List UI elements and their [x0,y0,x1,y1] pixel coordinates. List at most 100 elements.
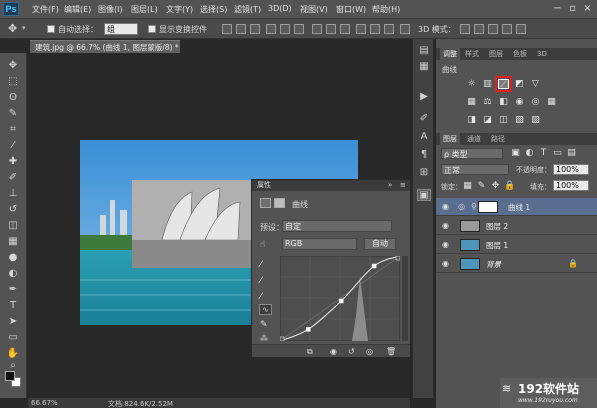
quick-select-tool-icon[interactable]: ✎ [6,107,20,120]
move-tool-icon[interactable]: ✥ [8,22,17,35]
threshold-icon[interactable]: ◫ [498,115,509,125]
menu-type[interactable]: 文字(Y) [166,4,193,15]
brush-tool-icon[interactable]: ✐ [6,171,20,184]
curves-graph[interactable] [280,256,400,341]
type-tool-icon[interactable]: T [6,299,20,312]
lock-pixels-icon[interactable]: ✎ [476,181,487,191]
menu-window[interactable]: 窗口(W) [336,4,366,15]
distribute-vcenter-icon[interactable] [326,24,336,34]
tab-styles[interactable]: 样式 [462,48,482,60]
gradient-tool-icon[interactable]: ▦ [6,235,20,248]
distribute-right-icon[interactable] [384,24,394,34]
dodge-tool-icon[interactable]: ◐ [6,267,20,280]
menu-layer[interactable]: 图层(L) [131,4,158,15]
view-previous-icon[interactable]: ◉ [330,347,337,356]
tab-paths[interactable]: 路径 [488,133,508,145]
layer-row-layer1[interactable]: ◉ 图层 1 [436,236,597,254]
levels-icon[interactable]: ▥ [482,79,493,89]
photo-filter-icon[interactable]: ◉ [514,97,525,107]
lock-position-icon[interactable]: ✥ [490,181,501,191]
auto-select-dropdown[interactable]: 组 [104,23,138,35]
tool-preset-dropdown-icon[interactable]: ▾ [22,24,26,32]
crop-tool-icon[interactable]: ⌗ [6,123,20,136]
3d-pan-icon[interactable] [488,24,498,34]
panel-menu-icon[interactable]: ≡ [400,180,406,191]
restore-button[interactable]: ▫ [566,3,579,15]
layer-name[interactable]: 图层 2 [486,221,508,232]
posterize-icon[interactable]: ◪ [482,115,493,125]
layer-row-layer2[interactable]: ◉ 图层 2 [436,217,597,235]
marquee-tool-icon[interactable]: ⬚ [6,75,20,88]
vibrance-icon[interactable]: ▽ [530,79,541,89]
history-panel-icon[interactable]: ▤ [417,45,431,57]
align-left-icon[interactable] [266,24,276,34]
hue-saturation-icon[interactable]: ▦ [466,97,477,107]
paragraph-panel-icon[interactable]: ¶ [417,149,431,161]
menu-help[interactable]: 帮助(H) [372,4,400,15]
align-vcenter-icon[interactable] [236,24,246,34]
tab-layers-top[interactable]: 图层 [486,48,506,60]
channel-dropdown[interactable]: RGB [282,238,357,250]
filter-adjustment-icon[interactable]: ◐ [524,148,535,158]
channel-mixer-icon[interactable]: ◎ [530,97,541,107]
filter-smart-icon[interactable]: ▤ [566,148,577,158]
layer-mask-thumbnail[interactable] [478,201,498,213]
tab-3d[interactable]: 3D [534,48,550,60]
eyedropper-tool-icon[interactable]: ⁄ [6,139,20,152]
brightness-icon[interactable]: ☼ [466,79,477,89]
clip-to-layer-icon[interactable]: ⧉ [307,347,313,357]
eye-icon[interactable]: ◉ [442,259,452,269]
eraser-tool-icon[interactable]: ◫ [6,219,20,232]
align-top-icon[interactable] [222,24,232,34]
align-right-icon[interactable] [294,24,304,34]
eye-icon[interactable]: ◉ [442,221,452,231]
tab-channels[interactable]: 通道 [464,133,484,145]
character-panel-icon[interactable]: A [417,131,431,143]
reset-icon[interactable]: ↺ [348,347,355,356]
opacity-input[interactable]: 100% [553,164,589,175]
path-select-tool-icon[interactable]: ➤ [6,315,20,328]
tab-swatches[interactable]: 色板 [510,48,530,60]
tab-adjustments[interactable]: 调整 [440,48,460,60]
color-balance-icon[interactable]: ⚖ [482,97,493,107]
curve-control-point[interactable] [305,327,311,332]
curve-control-point[interactable] [395,256,400,261]
collapse-icon[interactable]: » [388,180,392,191]
layer-row-background[interactable]: ◉ 背景 🔒 [436,255,597,273]
eye-icon[interactable]: ◉ [442,240,452,250]
swatches-panel-icon[interactable]: ▦ [417,61,431,73]
pen-tool-icon[interactable]: ✒ [6,283,20,296]
black-white-icon[interactable]: ◧ [498,97,509,107]
menu-3d[interactable]: 3D(D) [268,4,292,13]
curve-control-point[interactable] [371,263,377,269]
distribute-bottom-icon[interactable] [340,24,350,34]
eyedropper-black-icon[interactable]: ⁄ [260,260,262,270]
delete-icon[interactable]: 🗑 [386,347,396,356]
zoom-readout[interactable]: 66.67% [31,399,58,407]
visibility-icon[interactable]: ◎ [366,347,373,356]
pencil-draw-icon[interactable]: ✎ [260,320,268,330]
properties-scrollbar[interactable] [402,256,408,341]
lock-all-icon[interactable]: 🔒 [504,181,515,191]
layer-filter-dropdown[interactable]: ρ 类型 [441,148,503,159]
3d-roll-icon[interactable] [474,24,484,34]
foreground-color-swatch[interactable] [5,371,15,381]
link-icon[interactable]: ⚲ [471,202,477,211]
history-brush-tool-icon[interactable]: ↺ [6,203,20,216]
tab-layers[interactable]: 图层 [440,133,460,145]
healing-brush-tool-icon[interactable]: ✚ [6,155,20,168]
layer-name[interactable]: 背景 [486,259,501,270]
document-tab[interactable]: 建筑.jpg @ 66.7% (曲线 1, 图层蒙版/8) * × [30,40,180,65]
menu-select[interactable]: 选择(S) [200,4,227,15]
close-window-button[interactable]: × [581,3,594,15]
properties-panel-icon[interactable]: ▣ [417,189,431,201]
actions-panel-icon[interactable]: ▶ [417,91,431,103]
exposure-icon[interactable]: ◩ [514,79,525,89]
menu-edit[interactable]: 编辑(E) [64,4,91,15]
3d-scale-icon[interactable] [516,24,526,34]
fill-input[interactable]: 100% [553,180,589,191]
color-lookup-icon[interactable]: ▦ [546,97,557,107]
menu-filter[interactable]: 滤镜(T) [234,4,261,15]
distribute-hcenter-icon[interactable] [370,24,380,34]
align-hcenter-icon[interactable] [280,24,290,34]
